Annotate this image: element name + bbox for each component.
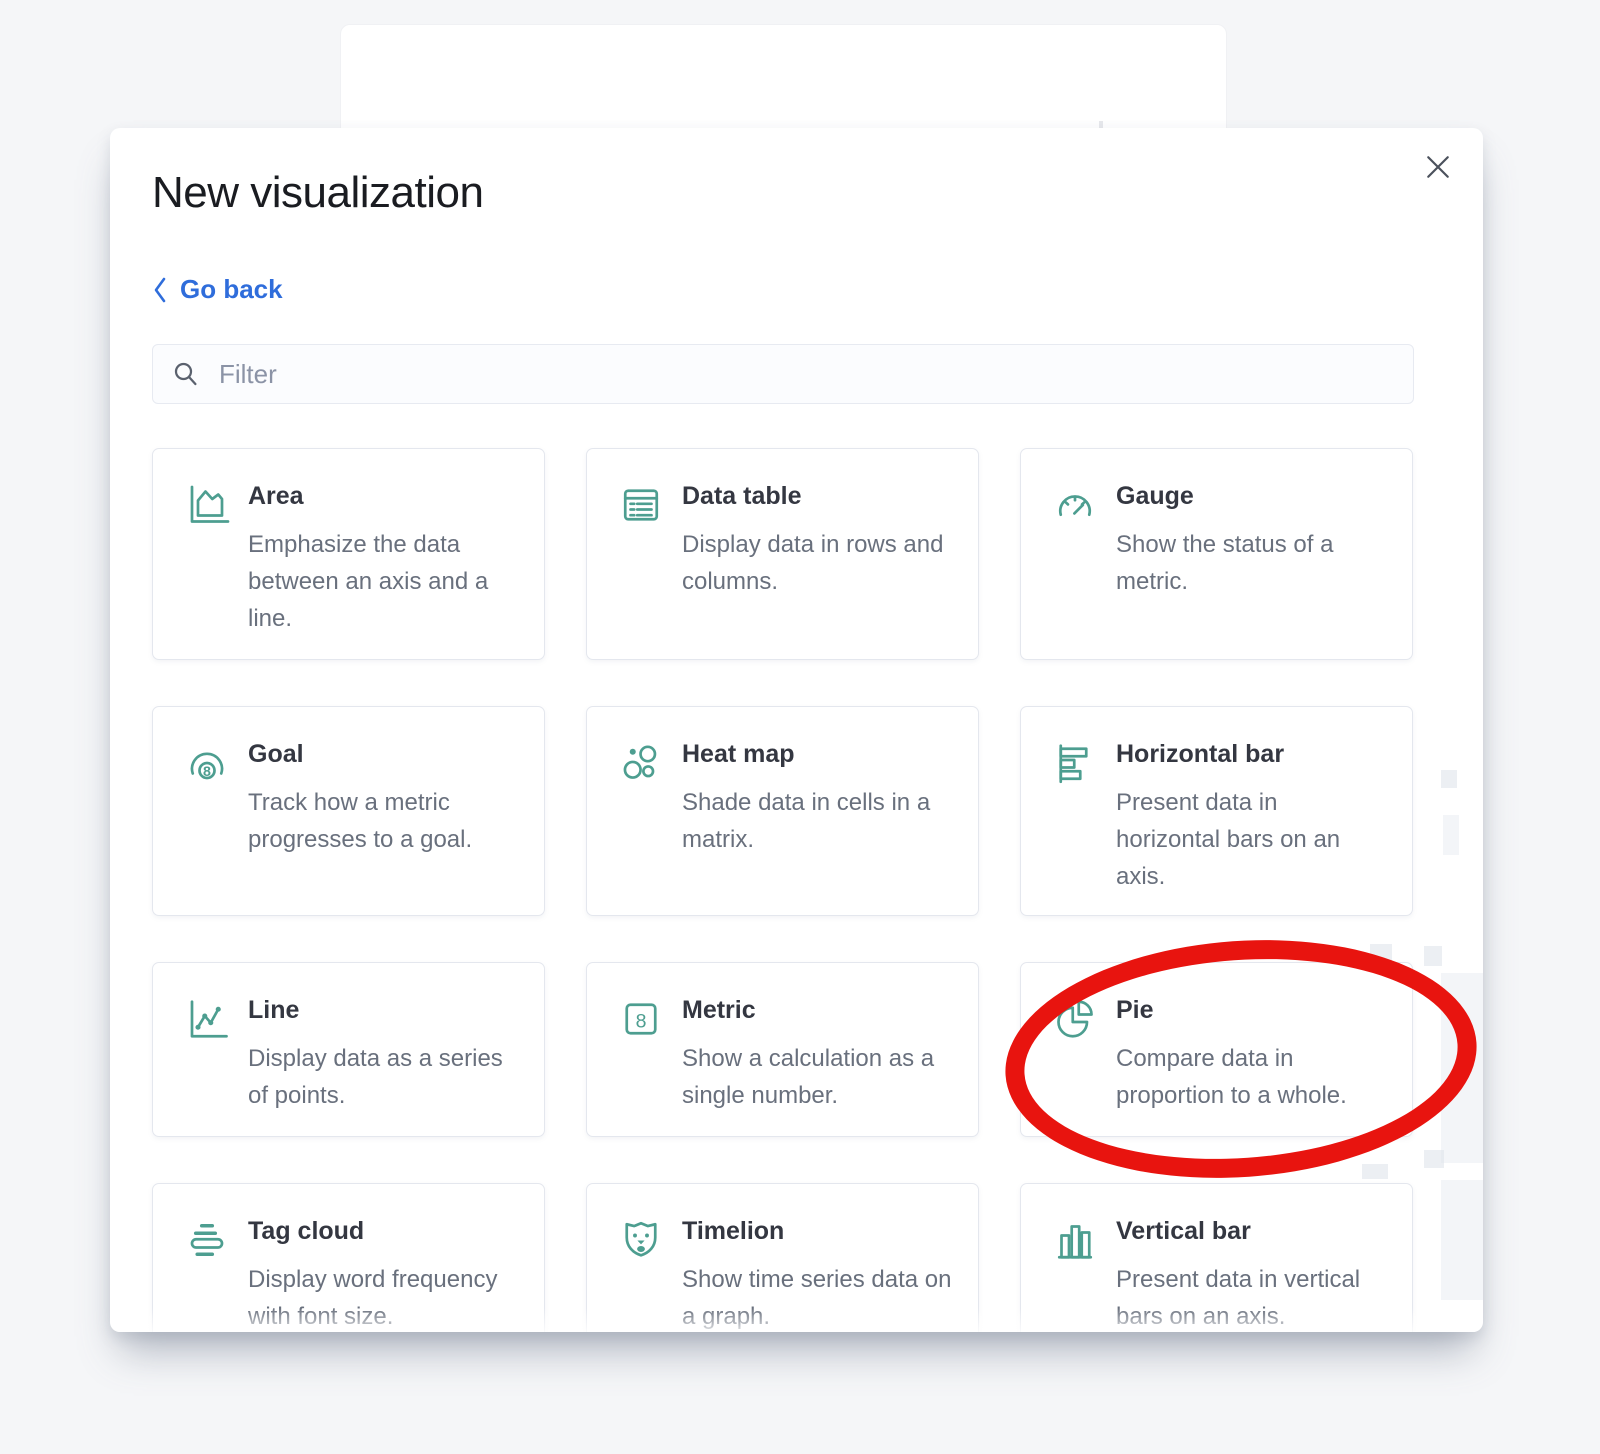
- card-title: Vertical bar: [1116, 1217, 1386, 1246]
- card-description: Present data in vertical bars on an axis…: [1116, 1261, 1388, 1332]
- card-line[interactable]: Line Display data as a series of points.: [152, 962, 545, 1137]
- svg-text:8: 8: [203, 764, 211, 780]
- faded-artifact: [1424, 1150, 1444, 1168]
- heat-map-icon: [617, 739, 665, 787]
- go-back-link[interactable]: Go back: [152, 274, 283, 305]
- faded-artifact: [1424, 946, 1442, 966]
- tag-cloud-icon: [183, 1216, 231, 1264]
- card-title: Horizontal bar: [1116, 740, 1386, 769]
- card-description: Compare data in proportion to a whole.: [1116, 1040, 1388, 1114]
- card-description: Display word frequency with font size.: [248, 1261, 520, 1332]
- card-area[interactable]: Area Emphasize the data between an axis …: [152, 448, 545, 660]
- page: New visualization Go back Area Empha: [0, 0, 1600, 1454]
- card-title: Data table: [682, 482, 952, 511]
- page-title: New visualization: [152, 168, 483, 218]
- timelion-icon: [617, 1216, 665, 1264]
- card-timelion[interactable]: Timelion Show time series data on a grap…: [586, 1183, 979, 1332]
- card-horizontal-bar[interactable]: Horizontal bar Present data in horizonta…: [1020, 706, 1413, 916]
- card-pie[interactable]: Pie Compare data in proportion to a whol…: [1020, 962, 1413, 1137]
- data-table-icon: [617, 481, 665, 529]
- card-grid: Area Emphasize the data between an axis …: [152, 448, 1413, 1332]
- card-title: Line: [248, 996, 518, 1025]
- chevron-left-icon: [152, 275, 168, 305]
- pie-chart-icon: [1051, 995, 1099, 1043]
- card-heat-map[interactable]: Heat map Shade data in cells in a matrix…: [586, 706, 979, 916]
- card-description: Display data as a series of points.: [248, 1040, 520, 1114]
- filter-field: [152, 344, 1414, 404]
- gauge-icon: [1051, 481, 1099, 529]
- faded-artifact: [1441, 770, 1457, 788]
- card-description: Show the status of a metric.: [1116, 526, 1388, 600]
- go-back-label: Go back: [180, 274, 283, 305]
- card-description: Show time series data on a graph.: [682, 1261, 954, 1332]
- metric-icon: 8: [617, 995, 665, 1043]
- card-description: Display data in rows and columns.: [682, 526, 954, 600]
- card-description: Shade data in cells in a matrix.: [682, 784, 954, 858]
- card-metric[interactable]: 8 Metric Show a calculation as a single …: [586, 962, 979, 1137]
- card-title: Pie: [1116, 996, 1386, 1025]
- card-title: Area: [248, 482, 518, 511]
- card-title: Heat map: [682, 740, 952, 769]
- horizontal-bar-icon: [1051, 739, 1099, 787]
- card-title: Tag cloud: [248, 1217, 518, 1246]
- card-vertical-bar[interactable]: Vertical bar Present data in vertical ba…: [1020, 1183, 1413, 1332]
- faded-artifact: [1441, 1180, 1483, 1300]
- area-chart-icon: [183, 481, 231, 529]
- card-data-table[interactable]: Data table Display data in rows and colu…: [586, 448, 979, 660]
- faded-artifact: [1441, 973, 1483, 1163]
- card-tag-cloud[interactable]: Tag cloud Display word frequency with fo…: [152, 1183, 545, 1332]
- card-description: Track how a metric progresses to a goal.: [248, 784, 520, 858]
- card-title: Metric: [682, 996, 952, 1025]
- card-title: Goal: [248, 740, 518, 769]
- line-chart-icon: [183, 995, 231, 1043]
- new-visualization-modal: New visualization Go back Area Empha: [110, 128, 1483, 1332]
- card-goal[interactable]: 8 Goal Track how a metric progresses to …: [152, 706, 545, 916]
- close-icon[interactable]: [1421, 150, 1455, 184]
- card-description: Present data in horizontal bars on an ax…: [1116, 784, 1388, 895]
- goal-icon: 8: [183, 739, 231, 787]
- card-title: Gauge: [1116, 482, 1386, 511]
- card-description: Emphasize the data between an axis and a…: [248, 526, 520, 637]
- filter-input[interactable]: [217, 358, 1395, 391]
- vertical-bar-icon: [1051, 1216, 1099, 1264]
- search-icon: [171, 359, 201, 389]
- card-description: Show a calculation as a single number.: [682, 1040, 954, 1114]
- svg-text:8: 8: [636, 1010, 647, 1032]
- faded-artifact: [1443, 815, 1459, 855]
- card-title: Timelion: [682, 1217, 952, 1246]
- card-gauge[interactable]: Gauge Show the status of a metric.: [1020, 448, 1413, 660]
